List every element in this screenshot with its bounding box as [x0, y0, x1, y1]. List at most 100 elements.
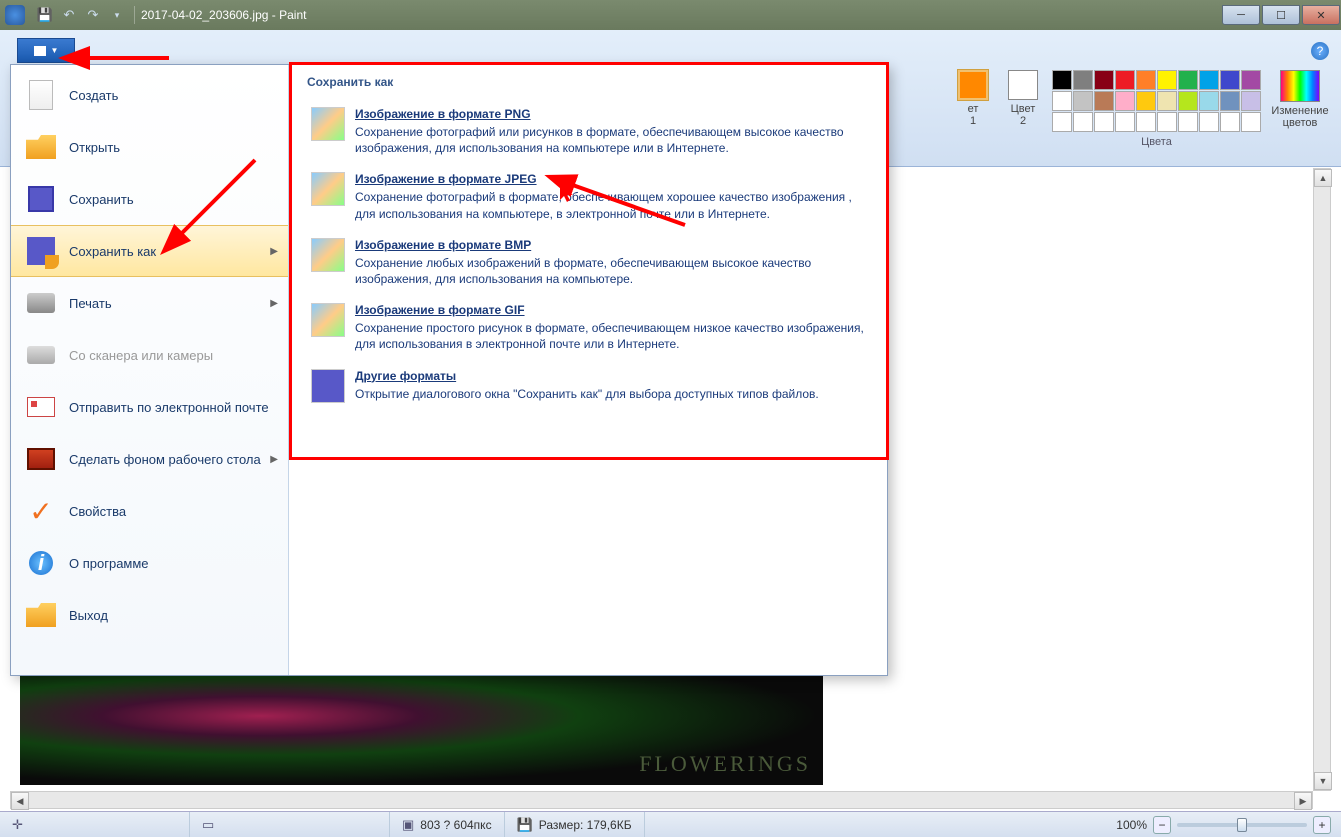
file-menu-items: Создать Открыть СохранитьСохранить как▶Печ… — [11, 65, 289, 675]
palette-color[interactable] — [1157, 91, 1177, 111]
palette-color[interactable] — [1115, 70, 1135, 90]
palette-color[interactable] — [1115, 91, 1135, 111]
menu-item-label: Сделать фоном рабочего стола — [69, 452, 261, 467]
palette-color[interactable] — [1178, 91, 1198, 111]
color-2-label: Цвет 2 — [1002, 103, 1044, 127]
palette-color[interactable] — [1073, 70, 1093, 90]
status-filesize-text: Размер: 179,6КБ — [539, 818, 632, 832]
scroll-left-button[interactable]: ◀ — [11, 792, 29, 810]
menu-item-about[interactable]: iО программе — [11, 537, 288, 589]
saveas-option-0[interactable]: Изображение в формате PNGСохранение фото… — [307, 99, 869, 164]
palette-color[interactable] — [1094, 91, 1114, 111]
window-controls: ─ ☐ ✕ — [1221, 5, 1341, 25]
close-button[interactable]: ✕ — [1302, 5, 1340, 25]
palette-color[interactable] — [1052, 91, 1072, 111]
edit-colors-icon — [1280, 70, 1320, 102]
color-1-selector[interactable]: ет 1 — [952, 70, 994, 127]
status-selection: ▭ — [190, 812, 390, 837]
scroll-track-h[interactable] — [29, 792, 1294, 808]
email-icon — [25, 391, 57, 423]
palette-color[interactable] — [1199, 112, 1219, 132]
menu-item-new[interactable]: Создать — [11, 69, 288, 121]
qat-undo-icon[interactable]: ↶ — [58, 4, 80, 26]
palette-color[interactable] — [1178, 112, 1198, 132]
saveas-option-1[interactable]: Изображение в формате JPEGСохранение фот… — [307, 164, 869, 229]
menu-item-label: Создать — [69, 88, 118, 103]
palette-color[interactable] — [1157, 112, 1177, 132]
menu-item-print[interactable]: Печать▶ — [11, 277, 288, 329]
palette-color[interactable] — [1073, 91, 1093, 111]
open-icon — [25, 131, 57, 163]
palette-color[interactable] — [1241, 70, 1261, 90]
edit-colors-button[interactable]: Изменение цветов — [1269, 70, 1331, 129]
qat-customize-icon[interactable]: ▾ — [106, 4, 128, 26]
saveas-option-3[interactable]: Изображение в формате GIFСохранение прос… — [307, 295, 869, 360]
props-icon: ✓ — [25, 495, 57, 527]
vertical-scrollbar[interactable]: ▲ ▼ — [1313, 168, 1331, 791]
format-icon — [311, 238, 345, 272]
palette-color[interactable] — [1220, 112, 1240, 132]
zoom-thumb[interactable] — [1237, 818, 1247, 832]
zoom-in-button[interactable]: + — [1313, 816, 1331, 834]
saveas-option-title: Изображение в формате GIF — [355, 303, 865, 317]
menu-item-label: Со сканера или камеры — [69, 348, 213, 363]
palette-color[interactable] — [1241, 91, 1261, 111]
palette-color[interactable] — [1136, 112, 1156, 132]
file-menu-button[interactable]: ▼ — [17, 38, 75, 63]
palette-color[interactable] — [1052, 70, 1072, 90]
palette-color[interactable] — [1115, 112, 1135, 132]
menu-item-email[interactable]: Отправить по электронной почте — [11, 381, 288, 433]
titlebar-separator — [134, 6, 135, 24]
minimize-button[interactable]: ─ — [1222, 5, 1260, 25]
palette-color[interactable] — [1136, 70, 1156, 90]
palette-color[interactable] — [1241, 112, 1261, 132]
scroll-up-button[interactable]: ▲ — [1314, 169, 1332, 187]
menu-item-exit[interactable]: Выход — [11, 589, 288, 641]
scroll-right-button[interactable]: ▶ — [1294, 792, 1312, 810]
saveas-option-desc: Открытие диалогового окна "Сохранить как… — [355, 386, 865, 402]
menu-item-saveas[interactable]: Сохранить как▶ — [11, 225, 288, 277]
palette-color[interactable] — [1220, 91, 1240, 111]
menu-item-open[interactable]: Открыть — [11, 121, 288, 173]
qat-redo-icon[interactable]: ↷ — [82, 4, 104, 26]
saveas-option-2[interactable]: Изображение в формате BMPСохранение любы… — [307, 230, 869, 295]
maximize-button[interactable]: ☐ — [1262, 5, 1300, 25]
palette-color[interactable] — [1052, 112, 1072, 132]
canvas-image[interactable]: FLOWERINGS — [20, 670, 823, 785]
color-2-selector[interactable]: Цвет 2 — [1002, 70, 1044, 127]
palette-color[interactable] — [1178, 70, 1198, 90]
quick-access-toolbar: 💾 ↶ ↷ ▾ — [34, 4, 128, 26]
palette-color[interactable] — [1073, 112, 1093, 132]
submenu-title: Сохранить как — [307, 75, 869, 89]
menu-item-desktop[interactable]: Сделать фоном рабочего стола▶ — [11, 433, 288, 485]
palette-color[interactable] — [1157, 70, 1177, 90]
selection-icon: ▭ — [202, 817, 214, 833]
submenu-arrow-icon: ▶ — [270, 298, 278, 309]
scroll-down-button[interactable]: ▼ — [1314, 772, 1332, 790]
scroll-track-v[interactable] — [1314, 187, 1330, 772]
zoom-out-button[interactable]: − — [1153, 816, 1171, 834]
submenu-arrow-icon: ▶ — [270, 246, 278, 257]
saveas-option-4[interactable]: Другие форматыОткрытие диалогового окна … — [307, 361, 869, 411]
status-bar: ✛ ▭ ▣ 803 ? 604пкс 💾 Размер: 179,6КБ 100… — [0, 811, 1341, 837]
app-icon — [5, 5, 25, 25]
zoom-slider[interactable] — [1177, 823, 1307, 827]
palette-color[interactable] — [1094, 70, 1114, 90]
zoom-level: 100% — [1116, 818, 1147, 832]
save-icon — [25, 183, 57, 215]
crosshair-icon: ✛ — [12, 817, 23, 833]
file-menu-dropdown: СоздатьОткрытьСохранитьСохранить как▶Печ… — [10, 64, 888, 676]
menu-item-save[interactable]: Сохранить — [11, 173, 288, 225]
print-icon — [25, 287, 57, 319]
menu-item-props[interactable]: ✓Свойства — [11, 485, 288, 537]
qat-save-icon[interactable]: 💾 — [34, 4, 56, 26]
palette-color[interactable] — [1136, 91, 1156, 111]
palette-color[interactable] — [1199, 91, 1219, 111]
horizontal-scrollbar[interactable]: ◀ ▶ — [10, 791, 1313, 809]
palette-color[interactable] — [1199, 70, 1219, 90]
menu-item-label: Открыть — [69, 140, 120, 155]
palette-color[interactable] — [1094, 112, 1114, 132]
color-palette — [1052, 70, 1261, 132]
palette-color[interactable] — [1220, 70, 1240, 90]
help-button[interactable]: ? — [1311, 42, 1329, 60]
